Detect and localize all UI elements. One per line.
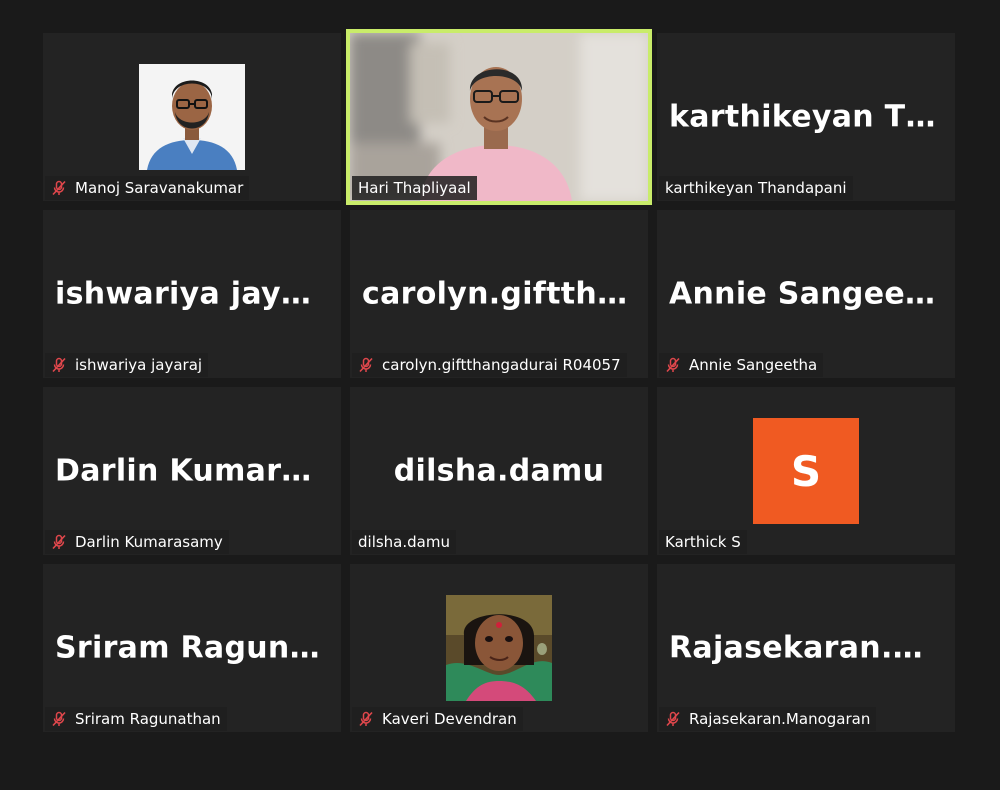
participant-tile[interactable]: carolyn.giftthan... carolyn.giftthangadu… bbox=[350, 210, 648, 378]
mic-muted-icon bbox=[51, 357, 67, 373]
participant-name: Annie Sangeetha bbox=[689, 356, 818, 374]
participant-tile[interactable]: Manoj Saravanakumar bbox=[43, 33, 341, 201]
participant-display-name: Rajasekaran.Ma... bbox=[669, 630, 955, 666]
avatar-initial: S bbox=[753, 418, 859, 524]
participant-name: carolyn.giftthangadurai R04057 bbox=[382, 356, 621, 374]
name-label: carolyn.giftthangadurai R04057 bbox=[352, 353, 627, 377]
participant-tile[interactable]: ishwariya jayaraj ishwariya jayaraj bbox=[43, 210, 341, 378]
participant-name: dilsha.damu bbox=[358, 533, 450, 551]
participant-photo bbox=[446, 595, 552, 701]
participant-display-name: dilsha.damu bbox=[393, 453, 605, 489]
participant-name: Sriram Ragunathan bbox=[75, 710, 221, 728]
participant-tile[interactable]: Darlin Kumaras... Darlin Kumarasamy bbox=[43, 387, 341, 555]
participant-name: Kaveri Devendran bbox=[382, 710, 517, 728]
mic-muted-icon bbox=[358, 357, 374, 373]
participant-tile[interactable]: karthikeyan Tha... karthikeyan Thandapan… bbox=[657, 33, 955, 201]
name-label: Kaveri Devendran bbox=[352, 707, 523, 731]
participant-name: Karthick S bbox=[665, 533, 741, 551]
participant-tile[interactable]: S Karthick S bbox=[657, 387, 955, 555]
participant-display-name: ishwariya jayaraj bbox=[55, 276, 341, 312]
mic-muted-icon bbox=[358, 711, 374, 727]
participant-display-name: karthikeyan Tha... bbox=[669, 99, 955, 135]
active-speaker-tile[interactable]: Hari Thapliyaal bbox=[346, 29, 652, 205]
participant-name: Rajasekaran.Manogaran bbox=[689, 710, 871, 728]
mic-muted-icon bbox=[51, 711, 67, 727]
participant-grid: Manoj Saravanakumar Hari Thapliyaal kart… bbox=[43, 29, 955, 732]
name-label: Sriram Ragunathan bbox=[45, 707, 227, 731]
name-label: karthikeyan Thandapani bbox=[659, 176, 853, 200]
participant-name: karthikeyan Thandapani bbox=[665, 179, 847, 197]
participant-display-name: Sriram Ragunat... bbox=[55, 630, 341, 666]
name-label: Karthick S bbox=[659, 530, 747, 554]
mic-muted-icon bbox=[51, 180, 67, 196]
mic-muted-icon bbox=[665, 357, 681, 373]
name-label: ishwariya jayaraj bbox=[45, 353, 209, 377]
participant-name: Manoj Saravanakumar bbox=[75, 179, 244, 197]
participant-name: Hari Thapliyaal bbox=[358, 179, 471, 197]
participant-tile[interactable]: Sriram Ragunat... Sriram Ragunathan bbox=[43, 564, 341, 732]
name-label: Rajasekaran.Manogaran bbox=[659, 707, 877, 731]
participant-tile[interactable]: Kaveri Devendran bbox=[350, 564, 648, 732]
participant-display-name: carolyn.giftthan... bbox=[362, 276, 648, 312]
participant-name: Darlin Kumarasamy bbox=[75, 533, 223, 551]
participant-tile[interactable]: Annie Sangeetha Annie Sangeetha bbox=[657, 210, 955, 378]
participant-name: ishwariya jayaraj bbox=[75, 356, 203, 374]
mic-muted-icon bbox=[665, 711, 681, 727]
participant-tile[interactable]: Rajasekaran.Ma... Rajasekaran.Manogaran bbox=[657, 564, 955, 732]
name-label: dilsha.damu bbox=[352, 530, 456, 554]
name-label: Darlin Kumarasamy bbox=[45, 530, 229, 554]
participant-tile[interactable]: dilsha.damu dilsha.damu bbox=[350, 387, 648, 555]
participant-display-name: Darlin Kumaras... bbox=[55, 453, 341, 489]
participant-display-name: Annie Sangeetha bbox=[669, 276, 955, 312]
name-label: Manoj Saravanakumar bbox=[45, 176, 250, 200]
mic-muted-icon bbox=[51, 534, 67, 550]
participant-photo bbox=[139, 64, 245, 170]
name-label: Annie Sangeetha bbox=[659, 353, 824, 377]
name-label: Hari Thapliyaal bbox=[352, 176, 477, 200]
